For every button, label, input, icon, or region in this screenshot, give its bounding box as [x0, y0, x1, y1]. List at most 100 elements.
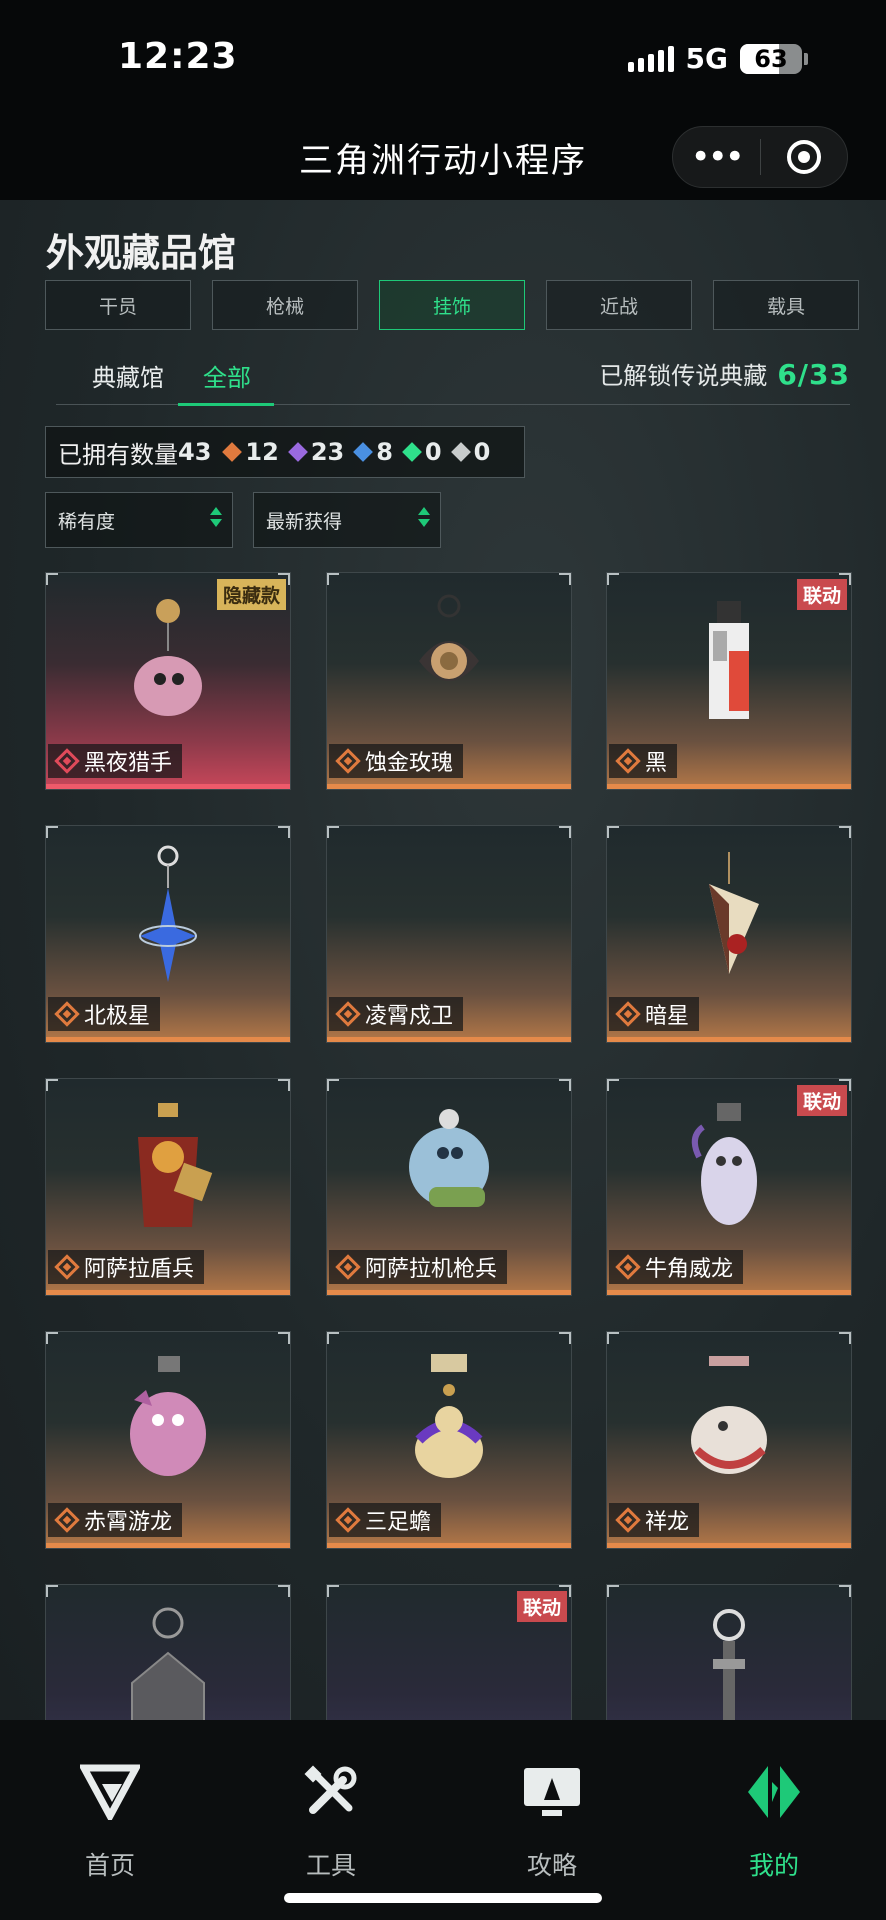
collection-content: 外观藏品馆 干员 枪械 挂饰 近战 载具 典藏馆 全部 已解锁传说典藏 6/33 … [0, 200, 886, 1720]
rarity-bar [46, 1290, 290, 1295]
item-name: 牛角威龙 [645, 1257, 734, 1282]
close-target-icon[interactable] [761, 140, 848, 174]
item-card[interactable]: 联动黑 [606, 572, 852, 790]
item-card[interactable]: 赤霄游龙 [45, 1331, 291, 1549]
charm-image [131, 1607, 205, 1720]
rarity-diamond-icon [335, 1507, 361, 1533]
nav-guide[interactable]: 攻略 [492, 1760, 612, 1882]
item-name: 黑夜猎手 [84, 751, 173, 776]
item-name-tag: 黑夜猎手 [48, 744, 183, 778]
item-name-tag: 祥龙 [609, 1503, 700, 1537]
rarity-diamond-icon [615, 1254, 641, 1280]
sort-arrows-icon [210, 507, 222, 527]
card-corner [327, 1332, 339, 1344]
charm-image [409, 1109, 489, 1207]
card-corner [46, 573, 58, 585]
rarity-bar [607, 1543, 851, 1548]
item-card[interactable]: 联动 [326, 1584, 572, 1720]
card-corner [46, 1079, 58, 1091]
item-name-tag: 赤霄游龙 [48, 1503, 183, 1537]
tab-firearms[interactable]: 枪械 [212, 280, 358, 330]
tab-charms[interactable]: 挂饰 [379, 280, 525, 330]
orange-rarity-icon [222, 442, 243, 462]
item-card[interactable]: 三足蟾 [326, 1331, 572, 1549]
card-corner [607, 826, 619, 838]
collab-badge: 联动 [796, 1085, 847, 1116]
nav-profile-label: 我的 [748, 1851, 799, 1880]
item-card[interactable]: 暗星 [606, 825, 852, 1043]
sub-tabs: 典藏馆 全部 已解锁传说典藏 6/33 [56, 350, 850, 406]
item-card[interactable]: 联动牛角威龙 [606, 1078, 852, 1296]
item-name-tag: 蚀金玫瑰 [329, 744, 464, 778]
card-corner [278, 1585, 290, 1597]
nav-home[interactable]: 首页 [50, 1760, 170, 1882]
bottom-nav: 首页 工具 攻略 我的 [0, 1720, 886, 1920]
tab-melee[interactable]: 近战 [546, 280, 692, 330]
charm-image [134, 599, 202, 716]
subtab-collection[interactable]: 典藏馆 [92, 358, 164, 393]
rarity-bar [607, 1290, 851, 1295]
latest-filter[interactable]: 最新获得 [253, 492, 441, 548]
card-corner [278, 1079, 290, 1091]
rarity-bar [46, 1037, 290, 1042]
item-name: 暗星 [645, 1004, 690, 1029]
rarity-diamond-icon [335, 1254, 361, 1280]
rarity-bar [607, 1037, 851, 1042]
rarity-diamond-icon [54, 1254, 80, 1280]
item-card[interactable]: 阿萨拉机枪兵 [326, 1078, 572, 1296]
item-card[interactable] [606, 1584, 852, 1720]
charm-image [419, 594, 479, 681]
item-name-tag: 牛角威龙 [609, 1250, 744, 1284]
item-card[interactable]: 蚀金玫瑰 [326, 572, 572, 790]
rarity-filter[interactable]: 稀有度 [45, 492, 233, 548]
battery-icon: 63 [740, 43, 802, 74]
item-card[interactable]: 凌霄戍卫 [326, 825, 572, 1043]
subtab-all[interactable]: 全部 [203, 358, 251, 393]
category-tabs: 干员 枪械 挂饰 近战 载具 [45, 280, 859, 330]
card-corner [559, 1079, 571, 1091]
item-name: 三足蟾 [365, 1510, 432, 1535]
purple-rarity-count: 23 [287, 438, 344, 466]
collab-badge: 联动 [516, 1591, 567, 1622]
rarity-diamond-icon [615, 1507, 641, 1533]
nav-profile[interactable]: 我的 [714, 1760, 834, 1882]
card-corner [46, 826, 58, 838]
item-name-tag: 凌霄戍卫 [329, 997, 464, 1031]
item-name: 阿萨拉盾兵 [84, 1257, 195, 1282]
item-card[interactable]: 隐藏款 黑夜猎手 [45, 572, 291, 790]
charm-image [691, 1356, 767, 1474]
tools-wrench-icon [271, 1760, 391, 1824]
signal-icon [627, 45, 674, 72]
item-card[interactable]: 祥龙 [606, 1331, 852, 1549]
top-bar: 12:23 5G 63 三角洲行动小程序 ••• [0, 0, 886, 200]
nav-guide-label: 攻略 [526, 1851, 577, 1880]
item-card[interactable]: 阿萨拉盾兵 [45, 1078, 291, 1296]
home-v-logo-icon [50, 1760, 170, 1824]
unlock-value: 6/33 [777, 358, 850, 391]
owned-count-bar: 已拥有数量 43 12 23 8 0 0 [45, 426, 525, 478]
blue-rarity-count: 8 [353, 438, 393, 466]
more-dots-icon[interactable]: ••• [673, 126, 760, 188]
tab-vehicles[interactable]: 载具 [713, 280, 859, 330]
item-card[interactable] [45, 1584, 291, 1720]
rarity-diamond-icon [615, 1001, 641, 1027]
tab-operators[interactable]: 干员 [45, 280, 191, 330]
card-corner [278, 826, 290, 838]
charm-image [130, 1356, 206, 1476]
guide-monitor-icon [492, 1760, 612, 1824]
rarity-bar [327, 1037, 571, 1042]
item-name-tag: 三足蟾 [329, 1503, 442, 1537]
card-corner [46, 1332, 58, 1344]
rarity-diamond-icon [54, 748, 80, 774]
rarity-filter-label: 稀有度 [58, 510, 116, 533]
filters: 稀有度 最新获得 [45, 492, 441, 548]
charm-image [138, 1103, 213, 1227]
rarity-bar [327, 1290, 571, 1295]
nav-tools[interactable]: 工具 [271, 1760, 391, 1882]
item-name: 黑 [645, 751, 668, 776]
nav-tools-label: 工具 [305, 1851, 356, 1880]
card-corner [559, 1332, 571, 1344]
item-card[interactable]: 北极星 [45, 825, 291, 1043]
item-name-tag: 阿萨拉机枪兵 [329, 1250, 508, 1284]
unlock-progress: 已解锁传说典藏 6/33 [599, 356, 850, 391]
